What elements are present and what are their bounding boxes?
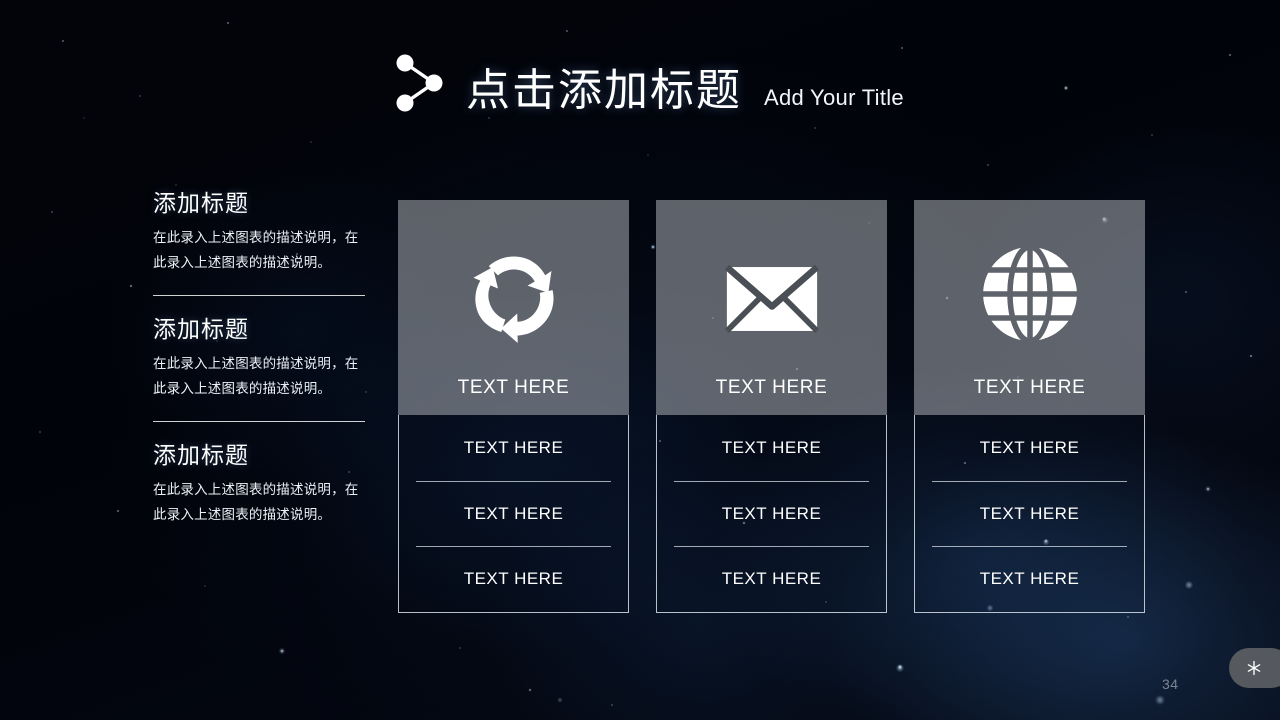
description-heading: 添加标题	[153, 316, 249, 342]
globe-icon	[982, 247, 1077, 341]
card-headline: TEXT HERE	[715, 377, 828, 398]
description-heading: 添加标题	[153, 190, 249, 216]
card-row[interactable]: TEXT HERE	[657, 546, 886, 612]
card-row[interactable]: TEXT HERE	[399, 415, 628, 481]
presentation-slide: 点击添加标题 Add Your Title 添加标题 在此录入上述图表的描述说明…	[0, 0, 1280, 720]
divider	[153, 421, 365, 422]
card-header-panel: TEXT HERE	[398, 200, 629, 415]
card-row[interactable]: TEXT HERE	[657, 480, 886, 547]
slide-header: 点击添加标题 Add Your Title	[392, 52, 904, 116]
description-block-2: 添加标题 在此录入上述图表的描述说明，在此录入上述图表的描述说明。	[153, 314, 365, 401]
card-headline: TEXT HERE	[973, 377, 1086, 398]
card-row[interactable]: TEXT HERE	[915, 415, 1144, 481]
card-body-panel: TEXT HERE TEXT HERE TEXT HERE	[656, 415, 887, 613]
recycle-icon	[472, 256, 554, 344]
page-title: 点击添加标题	[466, 66, 742, 115]
content-card[interactable]: TEXT HERE TEXT HERE TEXT HERE TEXT HERE	[656, 200, 887, 613]
description-block-3: 添加标题 在此录入上述图表的描述说明，在此录入上述图表的描述说明。	[153, 440, 365, 527]
card-row[interactable]: TEXT HERE	[399, 546, 628, 612]
description-body: 在此录入上述图表的描述说明，在此录入上述图表的描述说明。	[153, 230, 359, 270]
card-row[interactable]: TEXT HERE	[915, 546, 1144, 612]
share-nodes-icon	[396, 54, 443, 112]
card-group: TEXT HERE TEXT HERE TEXT HERE TEXT HERE …	[398, 200, 1145, 613]
snowflake-icon[interactable]	[1246, 660, 1262, 676]
card-row[interactable]: TEXT HERE	[657, 415, 886, 481]
envelope-icon	[724, 264, 819, 333]
page-subtitle: Add Your Title	[764, 85, 904, 110]
card-body-panel: TEXT HERE TEXT HERE TEXT HERE	[914, 415, 1145, 613]
corner-tool-pill[interactable]	[1229, 648, 1280, 688]
content-card[interactable]: TEXT HERE TEXT HERE TEXT HERE TEXT HERE	[914, 200, 1145, 613]
description-heading: 添加标题	[153, 442, 249, 468]
card-header-panel: TEXT HERE	[914, 200, 1145, 415]
description-block-1: 添加标题 在此录入上述图表的描述说明，在此录入上述图表的描述说明。	[153, 188, 365, 275]
description-body: 在此录入上述图表的描述说明，在此录入上述图表的描述说明。	[153, 356, 359, 396]
description-body: 在此录入上述图表的描述说明，在此录入上述图表的描述说明。	[153, 482, 359, 522]
divider	[153, 295, 365, 296]
content-card[interactable]: TEXT HERE TEXT HERE TEXT HERE TEXT HERE	[398, 200, 629, 613]
page-number: 34	[1162, 676, 1179, 692]
card-headline: TEXT HERE	[457, 377, 570, 398]
left-description-column: 添加标题 在此录入上述图表的描述说明，在此录入上述图表的描述说明。 添加标题 在…	[153, 188, 365, 527]
card-row[interactable]: TEXT HERE	[915, 480, 1144, 547]
card-row[interactable]: TEXT HERE	[399, 480, 628, 547]
card-header-panel: TEXT HERE	[656, 200, 887, 415]
card-body-panel: TEXT HERE TEXT HERE TEXT HERE	[398, 415, 629, 613]
